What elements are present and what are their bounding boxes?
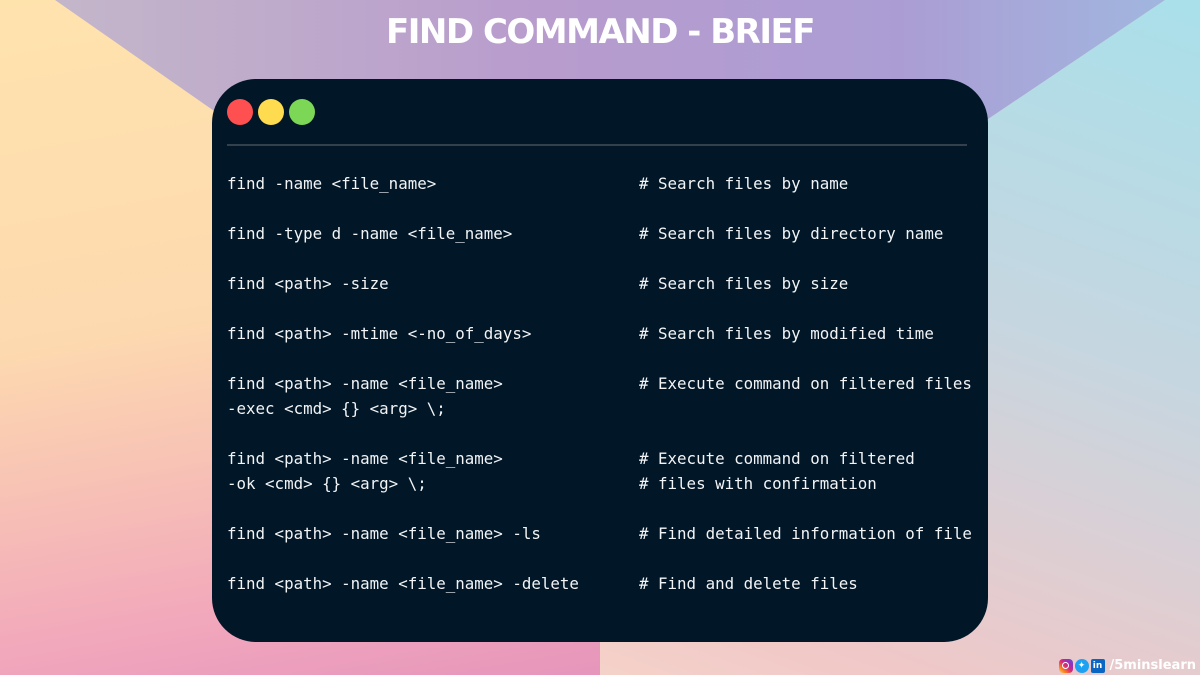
command-text: find <path> -name <file_name> [227,449,503,468]
command-comment: # Find and delete files [639,574,858,593]
window-controls [227,99,315,125]
maximize-window-dot-icon[interactable] [289,99,315,125]
command-text: find <path> -name <file_name> -delete [227,574,579,593]
terminal-window: find -name <file_name> # Search files by … [212,79,988,642]
instagram-icon[interactable] [1058,658,1073,673]
command-text: find <path> -name <file_name> [227,374,503,393]
command-comment: # Search files by name [639,174,849,193]
page-title: FIND COMMAND - BRIEF [386,12,815,52]
command-text: find <path> -mtime <-no_of_days> [227,324,532,343]
command-text: find -type d -name <file_name> [227,224,513,243]
command-text: find -name <file_name> [227,174,437,193]
command-text: find <path> -name <file_name> -ls [227,524,541,543]
command-comment: # Search files by modified time [639,324,934,343]
command-comment: # Execute command on filtered files [639,374,972,393]
command-comment: # files with confirmation [639,474,877,493]
command-comment: # Find detailed information of file [639,524,972,543]
command-text: find <path> -size [227,274,389,293]
minimize-window-dot-icon[interactable] [258,99,284,125]
twitter-icon[interactable]: ✦ [1074,658,1089,673]
command-comment: # Search files by directory name [639,224,944,243]
close-window-dot-icon[interactable] [227,99,253,125]
social-footer: ✦ in /5minslearn [1058,658,1197,673]
command-comment: # Search files by size [639,274,849,293]
titlebar-divider [227,144,967,146]
command-text: -exec <cmd> {} <arg> \; [227,399,446,418]
command-comment: # Execute command on filtered [639,449,915,468]
social-handle: /5minslearn [1109,658,1197,673]
command-text: -ok <cmd> {} <arg> \; [227,474,427,493]
linkedin-icon[interactable]: in [1090,658,1105,673]
